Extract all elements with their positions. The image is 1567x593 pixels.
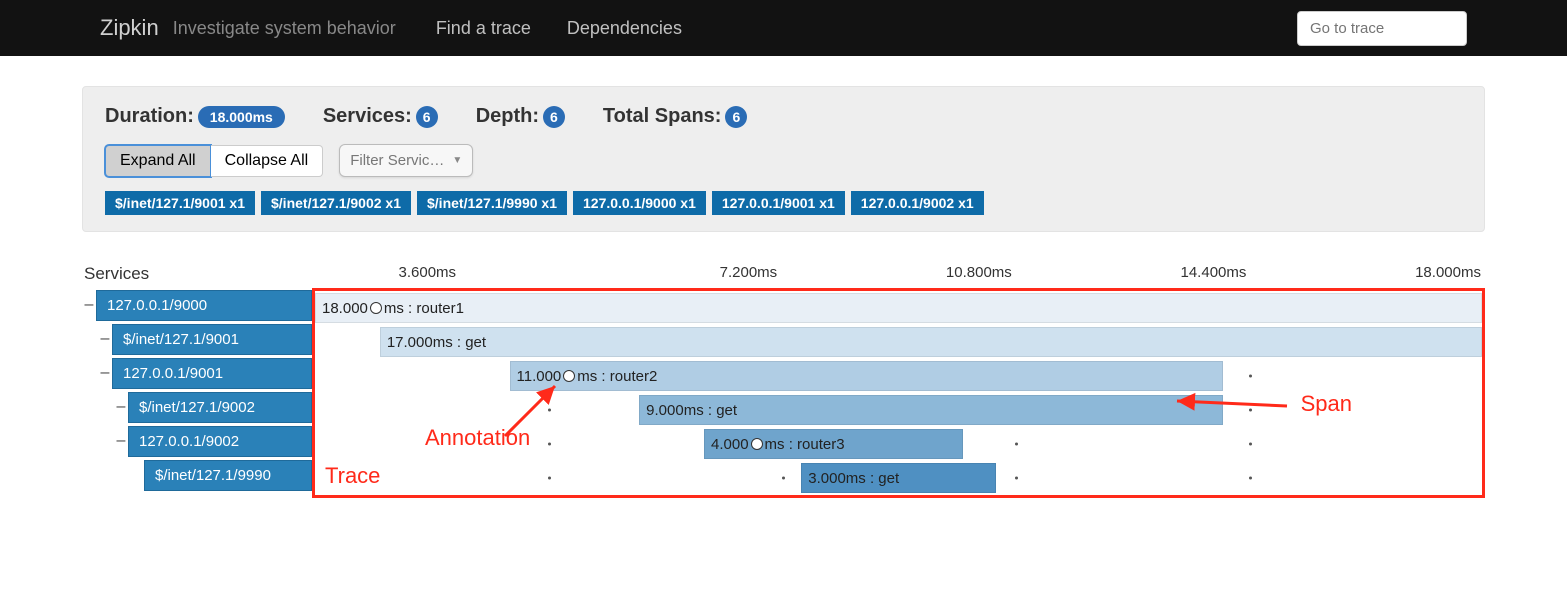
collapse-all-button[interactable]: Collapse All xyxy=(211,145,324,177)
brand-tagline: Investigate system behavior xyxy=(173,18,396,39)
annotation-dot-icon xyxy=(751,438,763,450)
duration-label: Duration: xyxy=(105,105,194,127)
goto-trace-input[interactable] xyxy=(1297,11,1467,46)
time-axis-tick: 7.200ms xyxy=(547,264,782,288)
time-axis-tick: 18.000ms xyxy=(1250,264,1485,288)
service-tag[interactable]: 127.0.0.1/9002 x1 xyxy=(851,191,984,215)
service-label[interactable]: 127.0.0.1/9000 xyxy=(96,290,312,321)
depth-badge: 6 xyxy=(543,106,565,128)
depth-label: Depth: xyxy=(476,105,539,127)
total-spans-label: Total Spans: xyxy=(603,105,722,127)
nav-dependencies[interactable]: Dependencies xyxy=(567,18,682,39)
tree-toggle[interactable]: – xyxy=(114,432,128,450)
span-row: 18.000ms : router1 xyxy=(315,291,1482,325)
tree-toggle[interactable]: – xyxy=(98,330,112,348)
filter-service-select[interactable]: Filter Servic… ▼ xyxy=(339,144,473,177)
service-tag[interactable]: 127.0.0.1/9001 x1 xyxy=(712,191,845,215)
service-tag[interactable]: $/inet/127.1/9002 x1 xyxy=(261,191,411,215)
services-badge: 6 xyxy=(416,106,438,128)
service-row: –127.0.0.1/9002 xyxy=(82,424,312,458)
trace-gantt-area: 18.000ms : router1 17.000ms : get 11.000ms… xyxy=(312,288,1485,498)
service-label[interactable]: $/inet/127.1/9001 xyxy=(112,324,312,355)
span-bar[interactable]: 18.000ms : router1 xyxy=(315,293,1482,323)
filter-service-label: Filter Servic… xyxy=(350,152,444,169)
span-row: 17.000ms : get xyxy=(315,325,1482,359)
services-header: Services xyxy=(82,264,312,288)
span-bar[interactable]: 4.000ms : router3 xyxy=(704,429,963,459)
service-row: –$/inet/127.1/9002 xyxy=(82,390,312,424)
annotation-dot-icon xyxy=(563,370,575,382)
top-navbar: Zipkin Investigate system behavior Find … xyxy=(0,0,1567,56)
time-axis-tick: 14.400ms xyxy=(1016,264,1251,288)
services-label: Services: xyxy=(323,105,412,127)
trace-summary-card: Duration: 18.000ms Services: 6 Depth: 6 … xyxy=(82,86,1485,232)
expand-all-button[interactable]: Expand All xyxy=(105,145,211,177)
span-bar[interactable]: 9.000ms : get xyxy=(639,395,1223,425)
span-bar[interactable]: 17.000ms : get xyxy=(380,327,1482,357)
service-label[interactable]: 127.0.0.1/9001 xyxy=(112,358,312,389)
span-bar[interactable]: 11.000ms : router2 xyxy=(510,361,1223,391)
service-row: $/inet/127.1/9990 xyxy=(82,458,312,492)
annotation-dot-icon xyxy=(370,302,382,314)
service-tag[interactable]: 127.0.0.1/9000 x1 xyxy=(573,191,706,215)
time-axis-tick: 10.800ms xyxy=(781,264,1016,288)
duration-badge: 18.000ms xyxy=(198,106,285,128)
span-bar[interactable]: 3.000ms : get xyxy=(801,463,996,493)
service-label[interactable]: $/inet/127.1/9990 xyxy=(144,460,312,491)
service-label[interactable]: 127.0.0.1/9002 xyxy=(128,426,312,457)
span-row: 9.000ms : get xyxy=(315,393,1482,427)
time-axis-tick: 3.600ms xyxy=(312,264,547,288)
service-row: –$/inet/127.1/9001 xyxy=(82,322,312,356)
span-row: 11.000ms : router2 xyxy=(315,359,1482,393)
brand-title[interactable]: Zipkin xyxy=(100,15,159,41)
chevron-down-icon: ▼ xyxy=(452,155,462,166)
service-row: –127.0.0.1/9001 xyxy=(82,356,312,390)
service-row: –127.0.0.1/9000 xyxy=(82,288,312,322)
tree-toggle[interactable]: – xyxy=(82,296,96,314)
nav-find-trace[interactable]: Find a trace xyxy=(436,18,531,39)
total-spans-badge: 6 xyxy=(725,106,747,128)
span-row: 3.000ms : get xyxy=(315,461,1482,495)
service-tag[interactable]: $/inet/127.1/9990 x1 xyxy=(417,191,567,215)
tree-toggle[interactable]: – xyxy=(114,398,128,416)
tree-toggle[interactable]: – xyxy=(98,364,112,382)
service-tag[interactable]: $/inet/127.1/9001 x1 xyxy=(105,191,255,215)
service-label[interactable]: $/inet/127.1/9002 xyxy=(128,392,312,423)
span-row: 4.000ms : router3 xyxy=(315,427,1482,461)
